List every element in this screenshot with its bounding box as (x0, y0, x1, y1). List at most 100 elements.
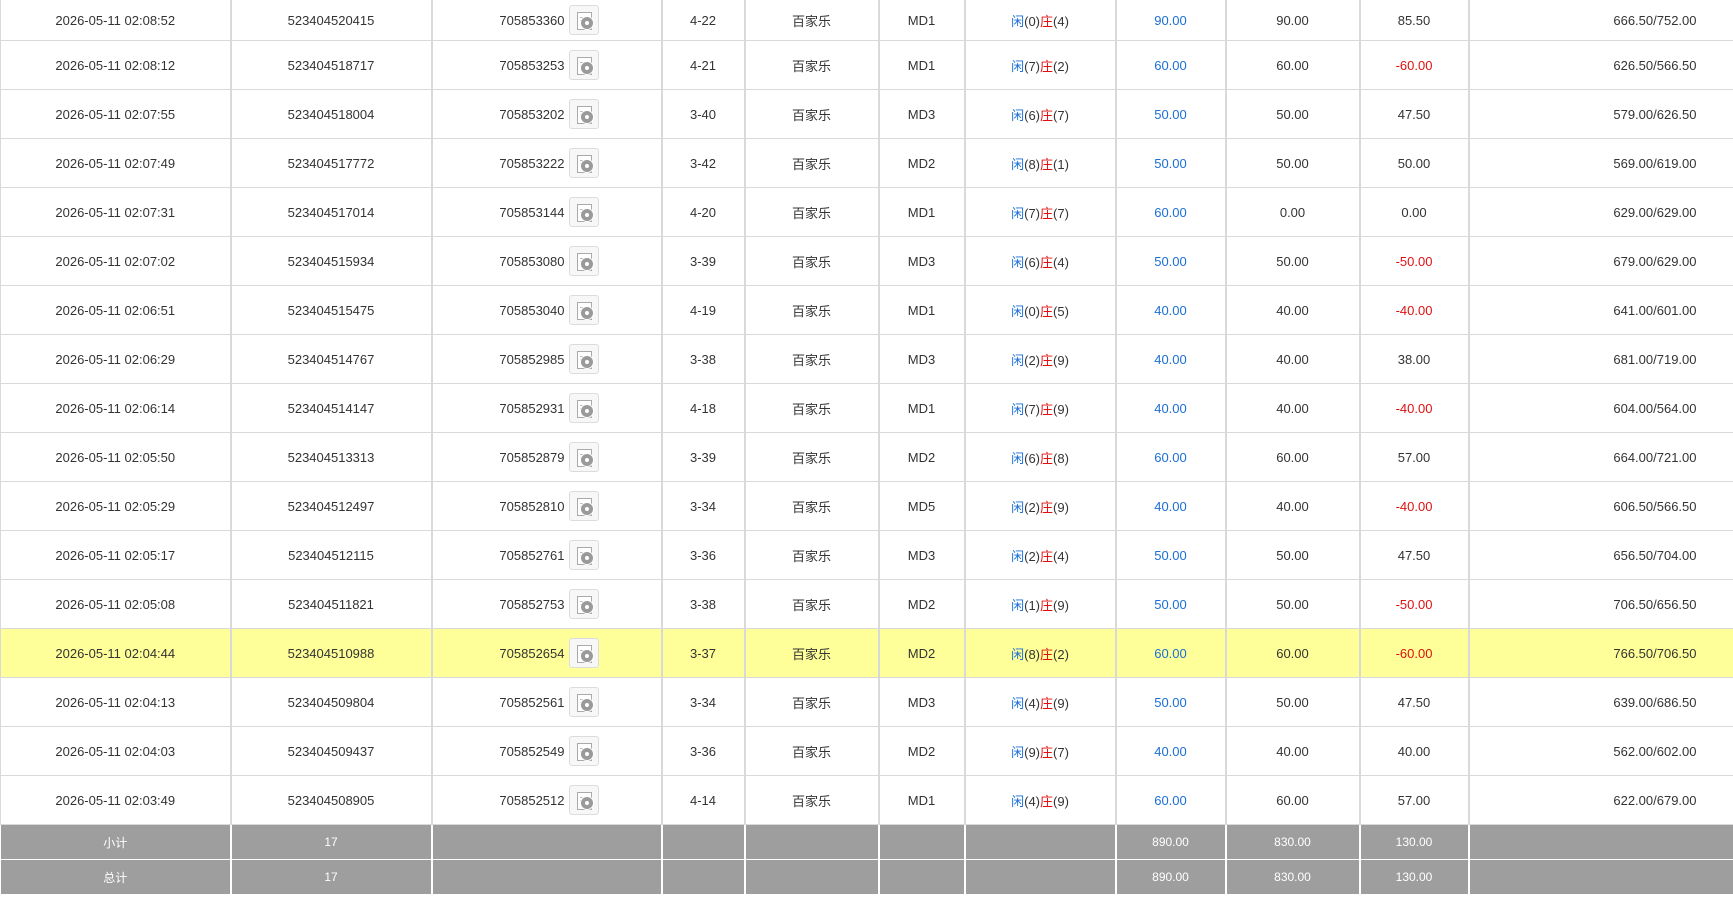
video-replay-icon[interactable] (568, 99, 599, 129)
valid-bet: 40.00 (1225, 726, 1361, 776)
table-row: 2026-05-11 02:06:14 523404514147 705852931… (0, 383, 1733, 433)
win-loss: 40.00 (1359, 726, 1470, 776)
video-replay-icon[interactable] (568, 736, 599, 766)
game-result: 闲(2)庄(9) (964, 334, 1117, 384)
game-result: 闲(8)庄(1) (964, 138, 1117, 188)
round-id: 705853360 (499, 12, 565, 28)
video-replay-icon[interactable] (568, 589, 599, 619)
bet-id: 523404515934 (230, 236, 433, 286)
win-loss: -40.00 (1359, 285, 1470, 335)
player-value: (1) (1024, 597, 1040, 613)
bet-id: 523404511821 (230, 579, 433, 629)
shoe-number: 4-18 (661, 383, 746, 433)
round-cell: 705852985 (431, 334, 663, 384)
banker-value: (9) (1053, 499, 1069, 515)
bet-amount: 40.00 (1115, 726, 1227, 776)
game-result: 闲(7)庄(2) (964, 40, 1117, 90)
table-row: 2026-05-11 02:07:55 523404518004 705853202… (0, 89, 1733, 139)
table-code: MD1 (878, 40, 966, 90)
player-value: (7) (1024, 58, 1040, 74)
banker-label: 庄 (1040, 597, 1054, 613)
balance-before-after: 622.00/679.00 (1468, 775, 1733, 825)
bet-id: 523404512115 (230, 530, 433, 580)
player-label: 闲 (1011, 450, 1025, 466)
video-replay-icon[interactable] (568, 148, 599, 178)
player-label: 闲 (1011, 303, 1025, 319)
bet-amount: 90.00 (1115, 0, 1227, 41)
video-replay-icon[interactable] (568, 491, 599, 521)
video-replay-icon[interactable] (568, 246, 599, 276)
table-row: 2026-05-11 02:05:17 523404512115 705852761… (0, 530, 1733, 580)
round-cell: 705853080 (431, 236, 663, 286)
valid-bet: 50.00 (1225, 530, 1361, 580)
video-replay-icon[interactable] (568, 344, 599, 374)
round-cell: 705852561 (431, 677, 663, 727)
valid-bet: 60.00 (1225, 628, 1361, 678)
table-row: 2026-05-11 02:06:51 523404515475 705853040… (0, 285, 1733, 335)
player-label: 闲 (1011, 597, 1025, 613)
round-cell: 705852512 (431, 775, 663, 825)
round-cell: 705852879 (431, 432, 663, 482)
balance-before-after: 606.50/566.50 (1468, 481, 1733, 531)
table-code: MD1 (878, 775, 966, 825)
banker-value: (9) (1053, 401, 1069, 417)
video-replay-icon[interactable] (568, 540, 599, 570)
video-replay-icon[interactable] (568, 5, 599, 35)
bet-time: 2026-05-11 02:06:29 (0, 334, 232, 384)
total-row: 总计 17 890.00 830.00 130.00 (0, 859, 1733, 895)
game-name: 百家乐 (744, 628, 880, 678)
round-id: 705852879 (499, 449, 565, 465)
video-replay-icon[interactable] (568, 295, 599, 325)
win-loss: 47.50 (1359, 677, 1470, 727)
video-replay-icon[interactable] (568, 442, 599, 472)
round-cell: 705852931 (431, 383, 663, 433)
total-valid: 830.00 (1225, 859, 1361, 895)
round-id: 705852654 (499, 645, 565, 661)
game-name: 百家乐 (744, 89, 880, 139)
table-row: 2026-05-11 02:06:29 523404514767 705852985… (0, 334, 1733, 384)
round-id: 705852931 (499, 400, 565, 416)
win-loss: -50.00 (1359, 579, 1470, 629)
round-cell: 705853040 (431, 285, 663, 335)
player-value: (8) (1024, 156, 1040, 172)
banker-value: (7) (1053, 744, 1069, 760)
valid-bet: 90.00 (1225, 0, 1361, 41)
video-replay-icon[interactable] (568, 785, 599, 815)
banker-value: (2) (1053, 58, 1069, 74)
banker-label: 庄 (1040, 13, 1054, 29)
video-replay-icon[interactable] (568, 638, 599, 668)
round-id: 705853080 (499, 253, 565, 269)
game-name: 百家乐 (744, 138, 880, 188)
shoe-number: 3-38 (661, 579, 746, 629)
game-result: 闲(7)庄(7) (964, 187, 1117, 237)
video-replay-icon[interactable] (568, 50, 599, 80)
bet-time: 2026-05-11 02:04:44 (0, 628, 232, 678)
game-result: 闲(2)庄(4) (964, 530, 1117, 580)
shoe-number: 3-38 (661, 334, 746, 384)
video-replay-icon[interactable] (568, 687, 599, 717)
banker-value: (7) (1053, 107, 1069, 123)
banker-label: 庄 (1040, 352, 1054, 368)
round-id: 705852549 (499, 743, 565, 759)
shoe-number: 4-22 (661, 0, 746, 41)
table-row: 2026-05-11 02:04:03 523404509437 705852549… (0, 726, 1733, 776)
video-replay-icon[interactable] (568, 197, 599, 227)
valid-bet: 60.00 (1225, 432, 1361, 482)
video-replay-icon[interactable] (568, 393, 599, 423)
player-label: 闲 (1011, 401, 1025, 417)
bet-time: 2026-05-11 02:07:31 (0, 187, 232, 237)
table-row: 2026-05-11 02:05:50 523404513313 705852879… (0, 432, 1733, 482)
table-row: 2026-05-11 02:07:02 523404515934 705853080… (0, 236, 1733, 286)
bet-time: 2026-05-11 02:07:49 (0, 138, 232, 188)
game-name: 百家乐 (744, 236, 880, 286)
total-win: 130.00 (1359, 859, 1470, 895)
round-id: 705852753 (499, 596, 565, 612)
shoe-number: 3-39 (661, 236, 746, 286)
table-code: MD2 (878, 579, 966, 629)
valid-bet: 60.00 (1225, 775, 1361, 825)
round-id: 705852810 (499, 498, 565, 514)
banker-value: (8) (1053, 450, 1069, 466)
player-value: (4) (1024, 695, 1040, 711)
banker-label: 庄 (1040, 793, 1054, 809)
player-value: (6) (1024, 450, 1040, 466)
